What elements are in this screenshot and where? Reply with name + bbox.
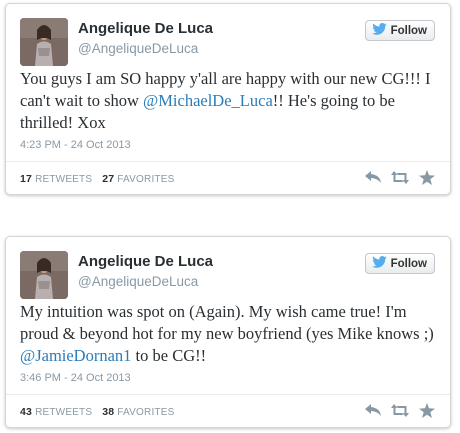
retweet-icon[interactable] <box>391 168 409 186</box>
tweet-timestamp[interactable]: 3:46 PM - 24 Oct 2013 <box>20 372 131 384</box>
user-name[interactable]: Angelique De Luca <box>78 253 213 270</box>
follow-button[interactable]: Follow <box>364 253 435 274</box>
tweet-card: Angelique De Luca @AngeliqueDeLuca Follo… <box>5 3 451 195</box>
tweet-timestamp[interactable]: 4:23 PM - 24 Oct 2013 <box>20 139 131 151</box>
user-handle[interactable]: @AngeliqueDeLuca <box>78 41 198 56</box>
star-icon[interactable] <box>418 168 436 186</box>
avatar[interactable] <box>20 251 68 299</box>
retweet-icon[interactable] <box>391 401 409 419</box>
tweet-stats: 43 RETWEETS 38 FAVORITES <box>20 406 174 418</box>
follow-label: Follow <box>390 24 427 37</box>
user-handle[interactable]: @AngeliqueDeLuca <box>78 274 198 289</box>
avatar[interactable] <box>20 18 68 66</box>
follow-button[interactable]: Follow <box>364 20 435 41</box>
tweet-text-part: to be CG!! <box>131 346 207 365</box>
retweet-count[interactable]: 43 <box>20 406 32 418</box>
retweets-label[interactable]: RETWEETS <box>35 174 92 185</box>
favorite-count[interactable]: 38 <box>102 406 114 418</box>
star-icon[interactable] <box>418 401 436 419</box>
mention-link[interactable]: @MichaelDe_Luca <box>143 91 273 110</box>
favorites-label[interactable]: FAVORITES <box>117 407 174 418</box>
divider <box>6 161 450 162</box>
tweet-actions <box>364 168 436 186</box>
retweets-label[interactable]: RETWEETS <box>35 407 92 418</box>
reply-icon[interactable] <box>364 401 382 419</box>
divider <box>6 394 450 395</box>
tweet-stats: 17 RETWEETS 27 FAVORITES <box>20 173 174 185</box>
tweet-card: Angelique De Luca @AngeliqueDeLuca Follo… <box>5 236 451 428</box>
tweet-text-part: My intuition was spot on (Again). My wis… <box>20 302 434 343</box>
favorite-count[interactable]: 27 <box>102 173 114 185</box>
user-name[interactable]: Angelique De Luca <box>78 20 213 37</box>
twitter-bird-icon <box>371 256 387 271</box>
mention-link[interactable]: @JamieDornan1 <box>20 346 131 365</box>
tweet-actions <box>364 401 436 419</box>
twitter-bird-icon <box>371 23 387 38</box>
tweet-text: My intuition was spot on (Again). My wis… <box>20 301 440 367</box>
retweet-count[interactable]: 17 <box>20 173 32 185</box>
tweet-text: You guys I am SO happy y'all are happy w… <box>20 68 440 134</box>
reply-icon[interactable] <box>364 168 382 186</box>
favorites-label[interactable]: FAVORITES <box>117 174 174 185</box>
follow-label: Follow <box>390 257 427 270</box>
